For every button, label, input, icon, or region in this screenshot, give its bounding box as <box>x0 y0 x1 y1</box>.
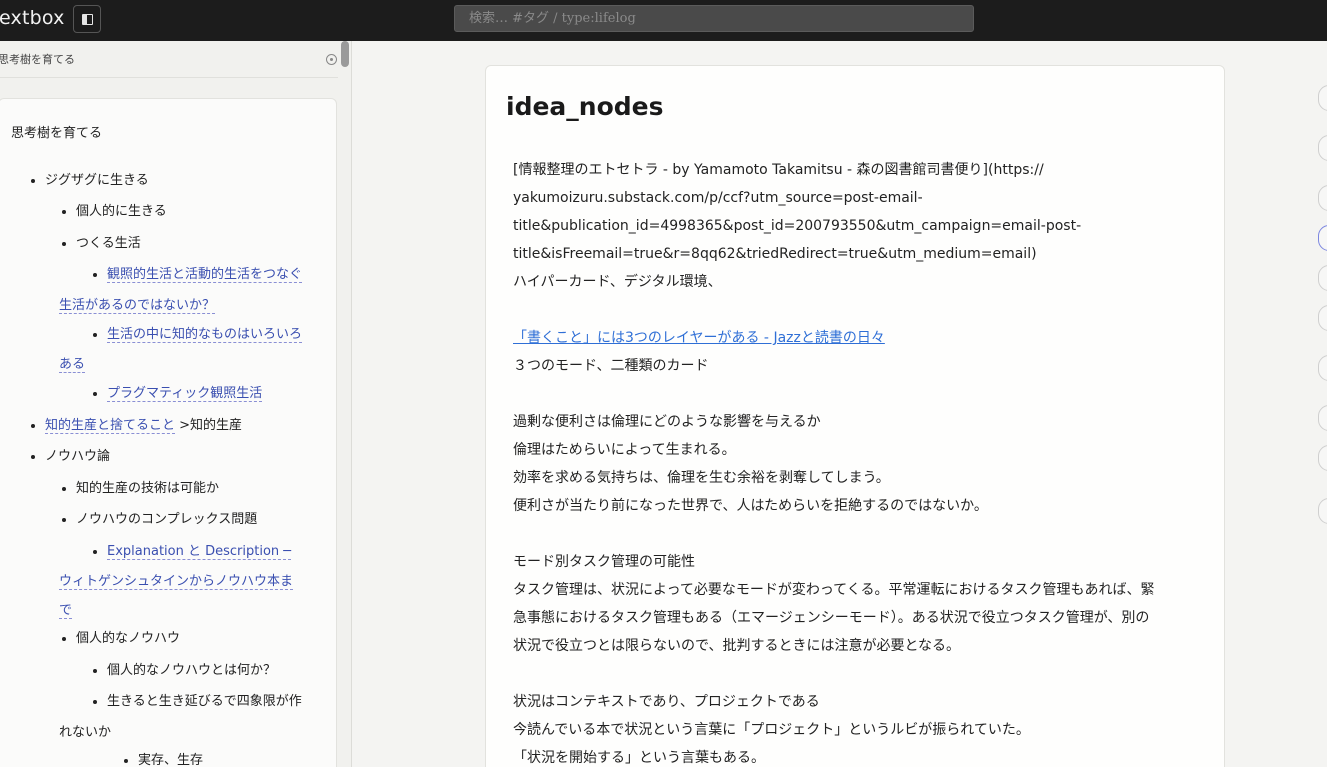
bullet-icon <box>62 209 66 214</box>
body-text: 効率を求める気持ちは、倫理を生む余裕を剥奪してしまう。 <box>513 470 890 486</box>
sidebar-toggle-icon <box>82 14 93 25</box>
sidebar-scrollbar[interactable] <box>341 41 349 67</box>
sidebar-close-icon[interactable] <box>326 54 337 65</box>
body-text: ３つのモード、二種類のカード <box>513 358 709 374</box>
page-title: idea_nodes <box>506 92 664 121</box>
body-text: 急事態におけるタスク管理もある（エマージェンシーモード）。ある状況で役立つタスク… <box>513 610 1150 626</box>
search-input[interactable] <box>454 5 974 32</box>
sidebar-header-title: 思考樹を育てる <box>0 53 75 66</box>
tree-link[interactable]: 観照的生活と活動的生活をつなぐ <box>107 267 303 283</box>
tree-item[interactable]: ノウハウのコンプレックス問題 <box>62 505 257 535</box>
body-text: 「状況を開始する」という言葉もある。 <box>513 750 765 766</box>
tree-item[interactable]: 知的生産の技術は可能か <box>62 474 219 504</box>
body-text: タスク管理は、状況によって必要なモードが変わってくる。平常運転におけるタスク管理… <box>513 582 1155 598</box>
tree-link-continued[interactable]: で <box>59 603 73 619</box>
article-link[interactable]: 「書くこと」には3つのレイヤーがある - Jazzと読書の日々 <box>513 330 885 346</box>
document-card: idea_nodes [情報整理のエトセトラ - by Yamamoto Tak… <box>485 65 1225 767</box>
node-handle[interactable] <box>1318 135 1327 161</box>
tree-link[interactable]: 生活の中に知的なものはいろいろ <box>107 327 303 343</box>
body-text: 過剰な便利さは倫理にどのような影響を与えるか <box>513 414 821 430</box>
tree-item-link[interactable]: 生活の中に知的なものはいろいろ <box>93 320 303 350</box>
bullet-icon <box>62 486 66 491</box>
body-text: 便利さが当たり前になった世界で、人はためらいを拒絶するのではないか。 <box>513 498 988 514</box>
tree-item[interactable]: 生きると生き延びるで四象限が作 <box>93 687 302 717</box>
node-handle[interactable] <box>1318 185 1327 211</box>
sidebar-toggle-button[interactable] <box>73 5 101 33</box>
tree-item[interactable]: 個人的に生きる <box>62 197 167 227</box>
tree-title: 思考樹を育てる <box>11 126 103 141</box>
tree-link-continued[interactable]: 生活があるのではないか？ <box>59 298 216 314</box>
body-text: 状況で役立つとは限らないので、批判するときには注意が必要となる。 <box>513 638 961 654</box>
body-text: yakumoizuru.substack.com/p/ccf?utm_sourc… <box>513 190 923 206</box>
tree-item-link[interactable]: Explanation と Description ─ <box>93 537 292 567</box>
tree-item[interactable]: 実存、生存 <box>124 746 203 767</box>
sidebar-header: 思考樹を育てる <box>0 41 338 78</box>
body-text: title&publication_id=4998365&post_id=200… <box>513 218 1082 234</box>
bullet-icon <box>93 332 97 337</box>
bullet-icon <box>124 758 128 763</box>
node-handle[interactable] <box>1318 355 1327 381</box>
tree-item-link[interactable]: 観照的生活と活動的生活をつなぐ <box>93 260 303 290</box>
tree-item-link[interactable]: プラグマティック観照生活 <box>93 379 263 409</box>
bullet-icon <box>62 517 66 522</box>
tree-panel: 思考樹を育てる ジグザグに生きる 個人的に生きる つくる生活 観照的生活と活動的… <box>0 98 337 767</box>
body-text: 状況はコンテキストであり、プロジェクトである <box>513 694 820 710</box>
tree-link[interactable]: 知的生産と捨てること <box>45 418 176 434</box>
tree-item[interactable]: つくる生活 <box>62 229 141 259</box>
tree-link[interactable]: Explanation と Description ─ <box>107 544 292 560</box>
tree-item[interactable]: 個人的なノウハウ <box>62 624 180 654</box>
bullet-icon <box>93 668 97 673</box>
app-title: extbox <box>0 7 65 29</box>
body-text: 倫理はためらいによって生まれる。 <box>513 442 736 458</box>
tree-item[interactable]: ノウハウ論 <box>31 442 110 472</box>
bullet-icon <box>93 391 97 396</box>
bullet-icon <box>62 241 66 246</box>
body-text: [情報整理のエトセトラ - by Yamamoto Takamitsu - 森の… <box>513 162 1044 178</box>
bullet-icon <box>62 636 66 641</box>
body-text: title&isFreemail=true&r=8qq62&triedRedir… <box>513 246 1037 262</box>
body-text: モード別タスク管理の可能性 <box>513 554 695 570</box>
node-handle[interactable] <box>1318 265 1327 291</box>
bullet-icon <box>93 699 97 704</box>
node-handle[interactable] <box>1318 305 1327 331</box>
bullet-icon <box>31 178 35 183</box>
bullet-icon <box>31 454 35 459</box>
node-handle[interactable] <box>1318 445 1327 471</box>
tree-item-continued: れないか <box>59 725 112 740</box>
tree-item[interactable]: 個人的なノウハウとは何か？ <box>93 656 276 686</box>
bullet-icon <box>93 272 97 277</box>
tree-link[interactable]: プラグマティック観照生活 <box>107 386 263 402</box>
bullet-icon <box>31 423 35 428</box>
node-handle[interactable] <box>1318 498 1327 524</box>
tree-link-continued[interactable]: ウィトゲンシュタインからノウハウ本ま <box>59 574 294 590</box>
node-handle[interactable] <box>1318 85 1327 111</box>
tree-link-continued[interactable]: ある <box>59 357 86 373</box>
body-text: ハイパーカード、デジタル環境、 <box>513 274 722 290</box>
top-bar: extbox <box>0 0 1327 41</box>
tree-item[interactable]: ジグザグに生きる <box>31 166 149 196</box>
bullet-icon <box>93 549 97 554</box>
body-text: 今読んでいる本で状況という言葉に「プロジェクト」というルビが振られていた。 <box>513 722 1030 738</box>
node-handle[interactable] <box>1318 405 1327 431</box>
sidebar: 思考樹を育てる 思考樹を育てる ジグザグに生きる 個人的に生きる つくる生活 観… <box>0 41 352 767</box>
tree-item-link[interactable]: 知的生産と捨てること >知的生産 <box>31 411 242 441</box>
node-handle-active[interactable] <box>1318 225 1327 251</box>
